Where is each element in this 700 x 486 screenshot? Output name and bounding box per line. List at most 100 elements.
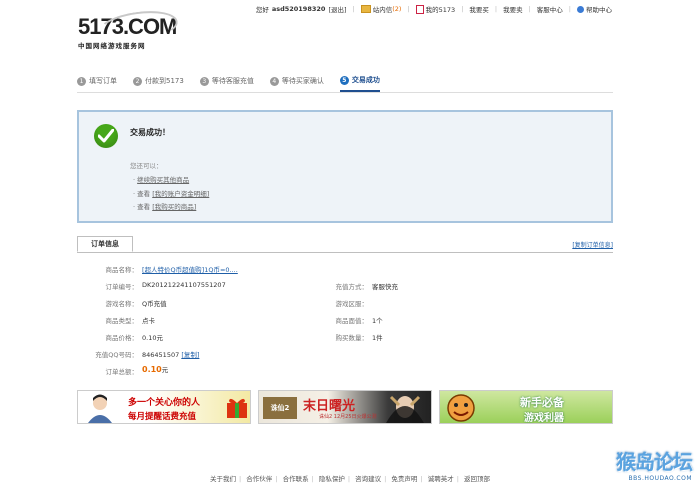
continue-shopping-link[interactable]: 继续购买其他商品: [137, 176, 189, 184]
footer-link-privacy[interactable]: 隐私保护: [319, 475, 345, 483]
progress-steps: 1 填写订单 2 付款到5173 3 等待客服充值 4 等待买家确认 5 交易成功: [77, 70, 613, 93]
step-number: 1: [77, 76, 86, 86]
zone-label: 游戏区服：: [335, 300, 369, 308]
total-unit: 元: [161, 366, 169, 374]
inbox-link[interactable]: 站内信: [373, 4, 393, 14]
footer-link-partners[interactable]: 合作伙伴: [246, 475, 272, 483]
step-2: 2 付款到5173: [133, 70, 184, 92]
recharge-method-label: 充值方式：: [335, 283, 369, 291]
face-value-label: 商品面值：: [335, 317, 369, 325]
divider: |: [528, 5, 531, 13]
help-link[interactable]: 帮助中心: [586, 4, 612, 14]
qq-number: 846451507: [142, 351, 180, 359]
quantity-label: 购买数量：: [335, 334, 369, 342]
step-number: 2: [133, 76, 142, 86]
banner-newbie-tools[interactable]: 新手必备 游戏利器: [439, 390, 613, 424]
success-title: 交易成功！: [130, 128, 170, 137]
footer-link-feedback[interactable]: 咨询建议: [355, 475, 381, 483]
order-no: DK201212241107551207: [142, 281, 226, 289]
product-name-link[interactable]: [超人特价Q币超值购]1Q币=0....: [142, 264, 238, 274]
step-number: 4: [269, 76, 279, 86]
footer-link-disclaimer[interactable]: 免责声明: [391, 475, 417, 483]
banner-1-line2: 每月提醒话费充值: [128, 412, 197, 422]
person-icon: [88, 394, 112, 423]
footer-link-about[interactable]: 关于我们: [210, 475, 236, 483]
copy-order-link[interactable]: [复制订单信息]: [572, 240, 613, 249]
inbox-count: (2): [392, 5, 402, 13]
price-label: 商品价格：: [105, 334, 139, 342]
step-label: 付款到5173: [145, 77, 184, 85]
footer-link-top[interactable]: 返回顶部: [464, 475, 490, 483]
character-art-icon: [386, 395, 424, 423]
product-name-label: 商品名称：: [105, 266, 139, 274]
tab-order-info[interactable]: 订单信息: [77, 236, 133, 252]
checkmark-icon: [94, 124, 118, 148]
watermark: 猴岛论坛 BBS.HOUDAO.COM: [616, 446, 693, 482]
mail-icon: [360, 5, 371, 13]
footer-link-jobs[interactable]: 诚聘英才: [428, 475, 454, 483]
logout-link[interactable]: [退出]: [328, 4, 346, 14]
banner-3-line2: 游戏利器: [524, 413, 564, 424]
step-1: 1 填写订单: [77, 70, 117, 92]
game-name: Q币充值: [142, 300, 167, 308]
copy-qq-link[interactable]: [复制]: [181, 351, 199, 359]
total-amount: 0.10: [142, 365, 162, 374]
list-item: · 查看 [我的账户资金明细]: [133, 188, 209, 202]
qq-row: 846451507 [复制]: [142, 349, 199, 359]
divider: |: [420, 475, 423, 483]
next-actions: · 继续购买其他商品 · 查看 [我的账户资金明细] · 查看 [我购买的商品]: [133, 174, 209, 215]
banner-zhuxian2[interactable]: 诛仙2 末日曙光 诛仙2 12月25日火爆公测: [258, 390, 432, 424]
face-value: 1个: [372, 317, 383, 325]
order-no-label: 订单编号：: [105, 283, 139, 291]
step-label: 等待买家确认: [281, 77, 324, 85]
watermark-url: BBS.HOUDAO.COM: [628, 475, 692, 482]
divider: |: [347, 475, 351, 483]
top-nav: 您好 asd520198320 [退出] | 站内信 (2) | 我的5173 …: [256, 4, 612, 14]
divider: |: [239, 475, 242, 483]
divider: |: [461, 5, 464, 13]
step-label: 填写订单: [89, 77, 117, 85]
step-number: 5: [339, 75, 349, 85]
qq-label: 充值QQ号码：: [95, 351, 138, 359]
step-label: 等待客服充值: [211, 77, 254, 85]
gift-icon: [227, 398, 247, 418]
step-label: 交易成功: [351, 76, 380, 84]
banner-phone-recharge[interactable]: 多一个关心你的人 每月提醒话费充值: [77, 390, 251, 424]
username: asd520198320: [271, 5, 326, 13]
order-tab-row: 订单信息 [复制订单信息]: [77, 236, 613, 253]
help-icon: [577, 5, 584, 13]
site-logo[interactable]: 5173.COM 中国网络游戏服务网: [78, 6, 180, 50]
banner-2-line1: 末日曙光: [303, 399, 356, 414]
watermark-title: 猴岛论坛: [616, 450, 693, 474]
divider: |: [275, 475, 278, 483]
my5173-link[interactable]: 我的5173: [426, 4, 456, 14]
banner-3-line1: 新手必备: [520, 396, 564, 409]
list-item: · 继续购买其他商品: [133, 174, 209, 188]
you-can-label: 您还可以：: [130, 162, 163, 170]
sell-link[interactable]: 我要卖: [503, 4, 523, 14]
type-label: 商品类型：: [105, 317, 139, 325]
divider: |: [568, 5, 571, 13]
item-prefix: · 查看: [133, 189, 153, 198]
divider: |: [456, 475, 459, 483]
price-value: 0.10元: [142, 334, 163, 342]
quantity-value: 1件: [372, 334, 383, 342]
greeting: 您好: [255, 6, 269, 14]
step-3: 3 等待客服充值: [199, 70, 254, 92]
footer-link-contact[interactable]: 合作联系: [283, 475, 309, 483]
account-funds-link[interactable]: [我的账户资金明细]: [152, 190, 209, 198]
recharge-method: 客服快充: [372, 283, 398, 291]
item-prefix: · 查看: [133, 203, 153, 211]
divider: |: [407, 5, 410, 13]
footer-links: 关于我们 | 合作伙伴 | 合作联系 | 隐私保护 | 咨询建议 | 免责声明 | 诚聘英才…: [0, 473, 700, 483]
mascot-icon: [447, 394, 475, 422]
product-type: 点卡: [142, 317, 155, 325]
doc-icon: [415, 4, 424, 14]
my-purchases-link[interactable]: [我购买的商品]: [152, 203, 196, 211]
total-label: 订单总额：: [105, 368, 139, 376]
buy-link[interactable]: 我要买: [469, 4, 489, 14]
divider: |: [311, 475, 314, 483]
service-link[interactable]: 客服中心: [537, 4, 563, 14]
list-item: · 查看 [我购买的商品]: [133, 201, 209, 215]
step-number: 3: [199, 76, 209, 86]
